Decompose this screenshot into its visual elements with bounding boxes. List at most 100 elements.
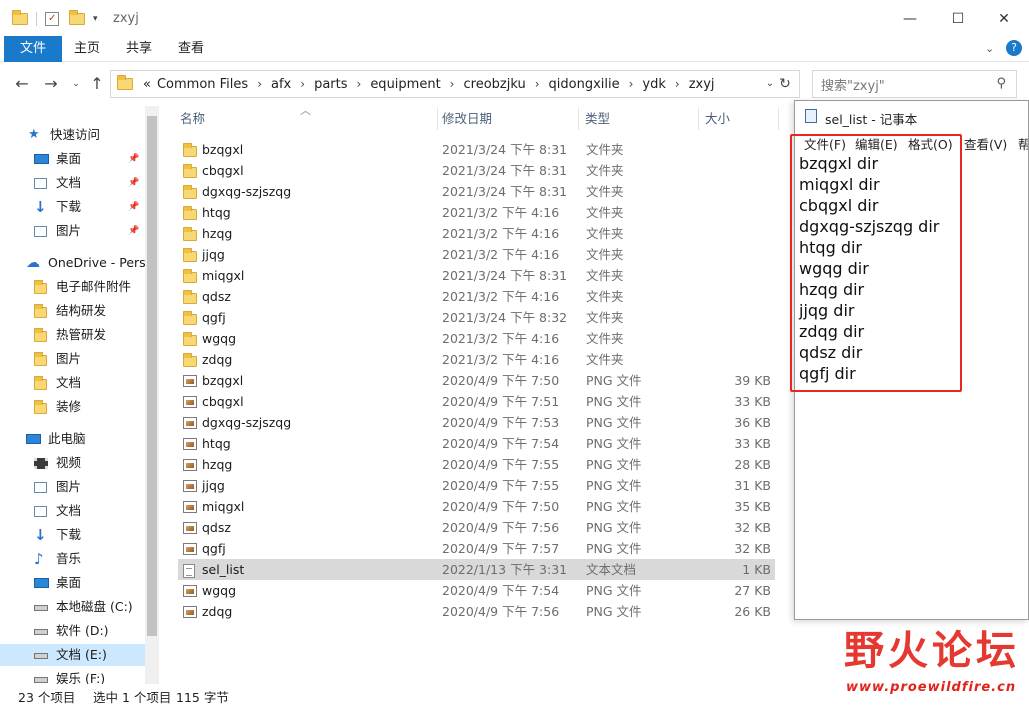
breadcrumb-item[interactable]: Common Files — [157, 77, 248, 92]
file-row[interactable]: bzqgxl 2020/4/9 下午 7:50 PNG 文件 39 KB — [178, 370, 775, 391]
up-button[interactable]: ↑ — [87, 74, 107, 94]
menu-help[interactable]: 帮 — [1018, 134, 1028, 153]
file-row[interactable]: zdqg 2020/4/9 下午 7:56 PNG 文件 26 KB — [178, 601, 775, 622]
nav-item[interactable]: ↓ 下载 📌 — [0, 196, 145, 218]
nav-item[interactable]: 文档 (E:) — [0, 644, 145, 666]
file-row[interactable]: htqg 2021/3/2 下午 4:16 文件夹 — [178, 202, 775, 223]
breadcrumb-item[interactable]: afx — [271, 77, 291, 92]
nav-item-label: 桌面 — [56, 575, 82, 590]
file-size: 26 KB — [734, 604, 771, 619]
nav-item[interactable]: 图片 📌 — [0, 220, 145, 242]
nav-item[interactable]: 装修 — [0, 396, 145, 418]
pin-icon[interactable]: 📌 — [128, 172, 139, 194]
breadcrumb-item[interactable]: creobzjku — [463, 77, 525, 92]
forum-watermark: 野火论坛 www.proewildfire.cn — [838, 618, 1028, 698]
nav-item[interactable]: 文档 — [0, 372, 145, 394]
nav-item[interactable]: ☁ OneDrive - Perso — [0, 252, 153, 274]
nav-item-label: 视频 — [56, 455, 82, 470]
pin-icon[interactable]: 📌 — [128, 148, 139, 170]
file-row[interactable]: hzqg 2020/4/9 下午 7:55 PNG 文件 28 KB — [178, 454, 775, 475]
expand-ribbon-icon[interactable]: ⌄ — [985, 42, 994, 55]
file-row[interactable]: hzqg 2021/3/2 下午 4:16 文件夹 — [178, 223, 775, 244]
file-row[interactable]: cbqgxl 2021/3/24 下午 8:31 文件夹 — [178, 160, 775, 181]
file-row[interactable]: dgxqg-szjszqg 2021/3/24 下午 8:31 文件夹 — [178, 181, 775, 202]
new-folder-icon[interactable] — [69, 10, 85, 25]
file-row[interactable]: sel_list 2022/1/13 下午 3:31 文本文档 1 KB — [178, 559, 775, 580]
file-row[interactable]: bzqgxl 2021/3/24 下午 8:31 文件夹 — [178, 139, 775, 160]
nav-item[interactable]: 视频 — [0, 452, 145, 474]
file-row[interactable]: dgxqg-szjszqg 2020/4/9 下午 7:53 PNG 文件 36 KB — [178, 412, 775, 433]
nav-item-label: 本地磁盘 (C:) — [56, 599, 133, 614]
breadcrumb-item[interactable]: zxyj — [689, 77, 715, 92]
nav-item[interactable]: 图片 — [0, 476, 145, 498]
breadcrumb-item[interactable]: ydk — [642, 77, 665, 92]
file-row[interactable]: jjqg 2021/3/2 下午 4:16 文件夹 — [178, 244, 775, 265]
maximize-button[interactable]: ☐ — [943, 8, 973, 30]
recent-locations-button[interactable]: ⌄ — [66, 74, 86, 94]
menu-view[interactable]: 查看(V) — [964, 134, 1007, 153]
file-row[interactable]: miqgxl 2021/3/24 下午 8:31 文件夹 — [178, 265, 775, 286]
nav-item[interactable]: 文档 — [0, 500, 145, 522]
nav-item[interactable]: 文档 📌 — [0, 172, 145, 194]
nav-item-label: 软件 (D:) — [56, 623, 109, 638]
pin-icon[interactable]: 📌 — [128, 220, 139, 242]
file-row[interactable]: jjqg 2020/4/9 下午 7:55 PNG 文件 31 KB — [178, 475, 775, 496]
file-row[interactable]: cbqgxl 2020/4/9 下午 7:51 PNG 文件 33 KB — [178, 391, 775, 412]
nav-item-label: 娱乐 (F:) — [56, 671, 106, 684]
properties-icon[interactable]: ✓ — [45, 12, 59, 26]
address-bar[interactable]: « Common Files › afx › parts › equipment › c… — [110, 70, 800, 98]
pin-icon[interactable]: 📌 — [128, 196, 139, 218]
file-row[interactable]: zdqg 2021/3/2 下午 4:16 文件夹 — [178, 349, 775, 370]
nav-item[interactable]: 软件 (D:) — [0, 620, 145, 642]
drive-icon — [34, 672, 49, 684]
file-row[interactable]: htqg 2020/4/9 下午 7:54 PNG 文件 33 KB — [178, 433, 775, 454]
breadcrumb-item[interactable]: equipment — [370, 77, 440, 92]
nav-item[interactable]: 结构研发 — [0, 300, 145, 322]
breadcrumb-item[interactable]: qidongxilie — [549, 77, 620, 92]
picture-icon — [34, 224, 49, 238]
column-header-name[interactable]: 名称 — [180, 106, 205, 132]
file-name: qdsz — [202, 289, 231, 304]
nav-item[interactable]: 此电脑 — [0, 428, 145, 450]
column-header-size[interactable]: 大小 — [705, 106, 730, 132]
file-row[interactable]: wgqg 2021/3/2 下午 4:16 文件夹 — [178, 328, 775, 349]
notepad-title: sel_list - 记事本 — [825, 112, 918, 127]
nav-item[interactable]: 图片 — [0, 348, 145, 370]
refresh-icon[interactable]: ↻ — [775, 74, 795, 94]
customize-toolbar-icon[interactable]: ▾ — [93, 14, 98, 24]
nav-item[interactable]: ↓ 下载 — [0, 524, 145, 546]
column-header-date[interactable]: 修改日期 — [442, 106, 492, 132]
file-row[interactable]: miqgxl 2020/4/9 下午 7:50 PNG 文件 35 KB — [178, 496, 775, 517]
nav-scrollbar[interactable] — [145, 106, 159, 684]
search-input[interactable]: 搜索"zxyj" ⚲ — [812, 70, 1017, 98]
nav-item[interactable]: 电子邮件附件 — [0, 276, 145, 298]
nav-item[interactable]: 娱乐 (F:) — [0, 668, 145, 684]
breadcrumb-item[interactable]: parts — [314, 77, 347, 92]
column-header-type[interactable]: 类型 — [585, 106, 610, 132]
file-name: qgfj — [202, 310, 226, 325]
tab-file[interactable]: 文件 — [4, 36, 62, 62]
nav-item[interactable]: ♪ 音乐 — [0, 548, 145, 570]
tab-share[interactable]: 共享 — [122, 36, 156, 62]
file-row[interactable]: qgfj 2020/4/9 下午 7:57 PNG 文件 32 KB — [178, 538, 775, 559]
nav-scrollbar-thumb[interactable] — [147, 116, 157, 636]
file-row[interactable]: qdsz 2020/4/9 下午 7:56 PNG 文件 32 KB — [178, 517, 775, 538]
nav-item[interactable]: 本地磁盘 (C:) — [0, 596, 145, 618]
file-row[interactable]: wgqg 2020/4/9 下午 7:54 PNG 文件 27 KB — [178, 580, 775, 601]
minimize-button[interactable]: — — [895, 8, 925, 30]
file-type: PNG 文件 — [586, 457, 642, 472]
file-row[interactable]: qdsz 2021/3/2 下午 4:16 文件夹 — [178, 286, 775, 307]
nav-item[interactable]: ★ 快速访问 — [0, 124, 145, 146]
breadcrumb-overflow[interactable]: « — [143, 77, 151, 92]
nav-item[interactable]: 桌面 — [0, 572, 145, 594]
tab-home[interactable]: 主页 — [70, 36, 104, 62]
tab-view[interactable]: 查看 — [174, 36, 208, 62]
help-icon[interactable]: ? — [1006, 40, 1022, 56]
file-row[interactable]: qgfj 2021/3/24 下午 8:32 文件夹 — [178, 307, 775, 328]
nav-item[interactable]: 热管研发 — [0, 324, 145, 346]
file-date: 2020/4/9 下午 7:53 — [442, 415, 560, 430]
nav-item[interactable]: 桌面 📌 — [0, 148, 145, 170]
close-button[interactable]: ✕ — [989, 8, 1019, 30]
back-button[interactable]: ← — [12, 74, 32, 94]
forward-button[interactable]: → — [41, 74, 61, 94]
